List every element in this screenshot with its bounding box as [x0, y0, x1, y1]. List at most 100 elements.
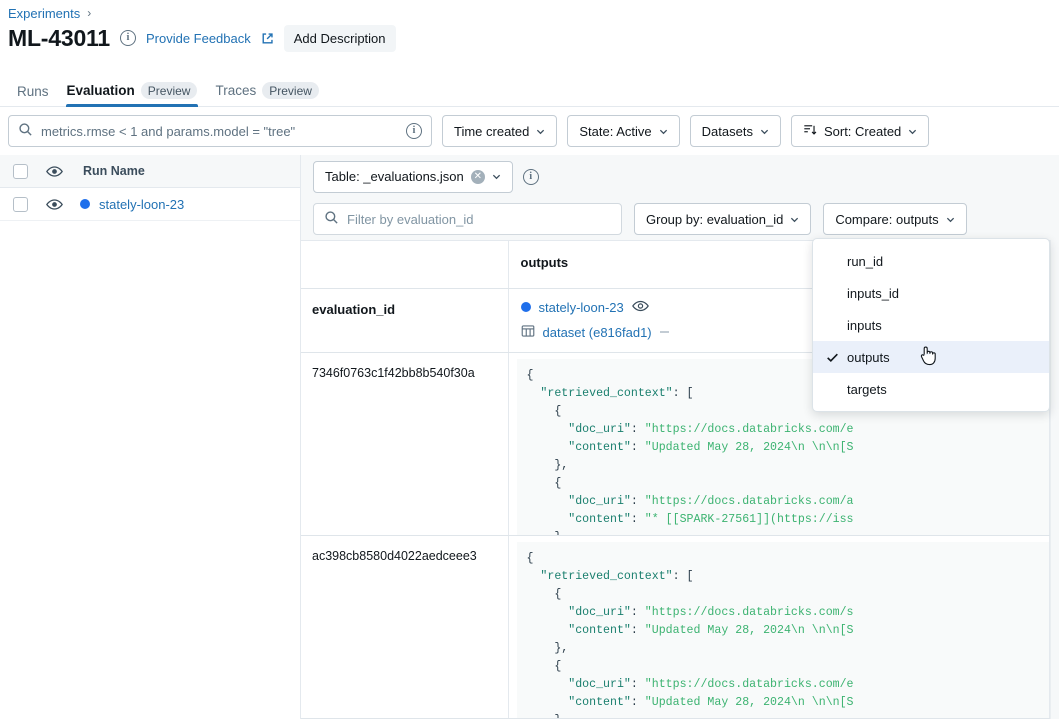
table-row: ac398cb8580d4022aedceee3 { "retrieved_co…: [301, 535, 1050, 718]
search-info-icon[interactable]: i: [406, 123, 422, 139]
compare-menu-item-inputs[interactable]: inputs: [813, 309, 1049, 341]
run-name-link[interactable]: stately-loon-23: [99, 197, 184, 212]
compare-menu-item-targets[interactable]: targets: [813, 373, 1049, 405]
dataset-link[interactable]: dataset (e816fad1): [543, 325, 652, 340]
vertical-scrollbar[interactable]: [1050, 240, 1059, 719]
add-description-button[interactable]: Add Description: [284, 25, 396, 52]
provide-feedback-link[interactable]: Provide Feedback: [146, 31, 251, 46]
search-icon: [18, 122, 33, 140]
json-line: {: [527, 550, 1040, 568]
json-line: "doc_uri": "https://docs.databricks.com/…: [527, 676, 1040, 694]
json-line: "content": "Updated May 28, 2024\n \n\n[…: [527, 439, 1040, 457]
json-line: "content": "* [[SPARK-27561]](https://is…: [527, 511, 1040, 529]
info-icon[interactable]: i: [120, 30, 136, 46]
json-line: {: [527, 475, 1040, 493]
compare-menu-item-label: run_id: [847, 254, 1037, 269]
filter-state-label: State: Active: [579, 124, 651, 139]
row-visibility-icon[interactable]: [28, 198, 80, 211]
compare-selector[interactable]: Compare: outputs: [823, 203, 966, 235]
filter-datasets-label: Datasets: [702, 124, 753, 139]
compare-menu-item-inputs_id[interactable]: inputs_id: [813, 277, 1049, 309]
select-all-checkbox[interactable]: [13, 164, 28, 179]
filter-time-created[interactable]: Time created: [442, 115, 557, 147]
run-name-cell: stately-loon-23: [80, 197, 184, 212]
table-icon: [521, 324, 535, 341]
evaluation-toolbar-bottom: Group by: evaluation_id Compare: outputs: [301, 198, 1059, 240]
tab-runs[interactable]: Runs: [8, 84, 58, 106]
json-line: "doc_uri": "https://docs.databricks.com/…: [527, 493, 1040, 511]
breadcrumb-separator: ›: [87, 6, 91, 20]
row-evaluation-id: 7346f0763c1f42bb8b540f30a: [301, 352, 508, 535]
group-by-selector[interactable]: Group by: evaluation_id: [634, 203, 811, 235]
search-icon: [324, 210, 339, 228]
run-color-dot: [80, 199, 90, 209]
table-selector[interactable]: Table: _evaluations.json ✕: [313, 161, 513, 193]
compare-menu-item-label: inputs_id: [847, 286, 1037, 301]
chevron-down-icon: [908, 127, 917, 136]
json-line: },: [527, 640, 1040, 658]
compare-dropdown-menu: run_id inputs_idinputs outputs targets: [812, 238, 1050, 412]
page-title: ML-43011: [8, 25, 110, 52]
run-name-link[interactable]: stately-loon-23: [539, 300, 624, 315]
title-row: ML-43011 i Provide Feedback Add Descript…: [8, 22, 396, 54]
filter-state[interactable]: State: Active: [567, 115, 679, 147]
evaluation-filter-input[interactable]: [347, 212, 611, 227]
tab-evaluation[interactable]: Evaluation Preview: [58, 82, 207, 106]
compare-label: Compare: outputs: [835, 212, 938, 227]
dash-icon: [660, 331, 669, 333]
compare-menu-item-label: outputs: [847, 350, 1037, 365]
filter-sort-label: Sort: Created: [824, 124, 901, 139]
filter-bar: i Time created State: Active Datasets: [0, 107, 1059, 155]
json-line: "doc_uri": "https://docs.databricks.com/…: [527, 421, 1040, 439]
clear-icon[interactable]: ✕: [471, 170, 485, 184]
app-root: Experiments › ML-43011 i Provide Feedbac…: [0, 0, 1059, 719]
runs-table-header: Run Name: [0, 155, 300, 188]
tab-evaluation-preview-badge: Preview: [141, 82, 198, 99]
chevron-down-icon: [492, 172, 501, 181]
tab-bar: Runs Evaluation Preview Traces Preview: [0, 76, 1059, 107]
tab-traces[interactable]: Traces Preview: [206, 82, 327, 106]
json-line: {: [527, 586, 1040, 604]
filter-sort[interactable]: Sort: Created: [791, 115, 929, 147]
runs-panel: Run Name stately-loon-23: [0, 155, 301, 719]
json-line: },: [527, 457, 1040, 475]
json-line: }: [527, 712, 1040, 718]
chevron-down-icon: [760, 127, 769, 136]
row-outputs-cell: { "retrieved_context": [ { "doc_uri": "h…: [508, 535, 1050, 718]
run-color-dot: [521, 302, 531, 312]
json-viewer[interactable]: { "retrieved_context": [ { "doc_uri": "h…: [517, 542, 1050, 718]
check-icon: [823, 351, 841, 364]
tab-runs-label: Runs: [17, 84, 49, 99]
compare-menu-item-label: inputs: [847, 318, 1037, 333]
search-input[interactable]: [41, 124, 398, 139]
compare-menu-item-outputs[interactable]: outputs: [813, 341, 1049, 373]
chevron-down-icon: [790, 215, 799, 224]
tab-traces-label: Traces: [215, 83, 256, 98]
chevron-down-icon: [946, 215, 955, 224]
json-line: "content": "Updated May 28, 2024\n \n\n[…: [527, 694, 1040, 712]
table-selector-label: Table: _evaluations.json: [325, 169, 464, 184]
sort-descending-icon: [803, 123, 817, 140]
filter-datasets[interactable]: Datasets: [690, 115, 781, 147]
compare-menu-item-label: targets: [847, 382, 1037, 397]
search-box[interactable]: i: [8, 115, 432, 147]
evaluation-filter-box[interactable]: [313, 203, 622, 235]
external-link-icon[interactable]: [261, 32, 274, 45]
table-header-blank: [301, 241, 508, 288]
group-by-label: Group by: evaluation_id: [646, 212, 783, 227]
chevron-down-icon: [659, 127, 668, 136]
evaluation-info-icon[interactable]: i: [523, 169, 539, 185]
row-evaluation-id: ac398cb8580d4022aedceee3: [301, 535, 508, 718]
row-label-evaluation-id: evaluation_id: [301, 288, 508, 352]
row-checkbox[interactable]: [13, 197, 28, 212]
json-line: "doc_uri": "https://docs.databricks.com/…: [527, 604, 1040, 622]
json-line: {: [527, 658, 1040, 676]
compare-menu-item-run_id[interactable]: run_id: [813, 245, 1049, 277]
json-line: "content": "Updated May 28, 2024\n \n\n[…: [527, 622, 1040, 640]
visibility-icon[interactable]: [632, 300, 649, 315]
runs-table-row[interactable]: stately-loon-23: [0, 188, 300, 221]
header-visibility-icon[interactable]: [28, 165, 80, 178]
breadcrumb-experiments-link[interactable]: Experiments: [8, 6, 80, 21]
evaluation-toolbar-top: Table: _evaluations.json ✕ i: [301, 155, 1059, 198]
tab-evaluation-label: Evaluation: [67, 83, 135, 98]
